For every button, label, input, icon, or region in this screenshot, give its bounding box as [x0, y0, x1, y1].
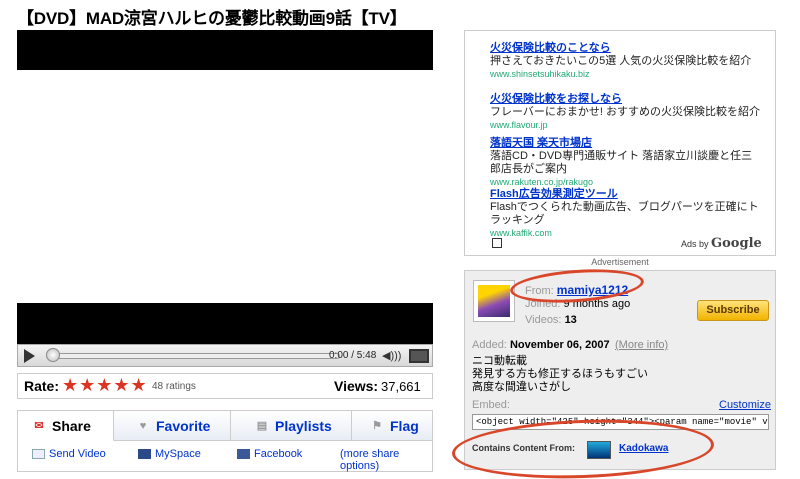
views-count: 37,661 — [381, 379, 421, 394]
avatar-image — [478, 285, 510, 317]
ad-url[interactable]: www.shinsetsuhikaku.biz — [490, 68, 760, 81]
heart-icon: ♥ — [139, 420, 147, 432]
ad-description: フレーバーにおまかせ! おすすめの火災保険比較を紹介 — [490, 106, 761, 118]
page-title: 【DVD】MAD涼宮ハルヒの憂鬱比較動画9話【TV】 — [17, 9, 407, 28]
facebook-icon — [237, 449, 250, 459]
tab-share[interactable]: ✉ Share — [18, 411, 114, 441]
share-icon: ✉ — [34, 419, 44, 432]
seek-handle[interactable] — [46, 348, 60, 362]
ad-description: 落語CD・DVD専門通販サイト 落語家立川談慶と任三郎店長がご案内 — [490, 150, 753, 175]
embed-code-field[interactable]: <object width="425" height="344"><param … — [472, 414, 769, 430]
link-label: Facebook — [254, 448, 303, 460]
action-panel: ✉ Share ♥ Favorite ▤ Playlists ⚑ Flag Se… — [17, 410, 433, 472]
player-controls: 0:00 / 5:48 ◀))) — [17, 344, 433, 367]
joined-label: Joined: — [525, 298, 561, 310]
tab-flag[interactable]: ⚑ Flag — [352, 411, 432, 441]
views-label: Views: — [334, 378, 379, 394]
tab-label: Flag — [390, 418, 419, 434]
from-label: From: — [525, 285, 554, 297]
embed-label: Embed: — [472, 399, 510, 411]
tab-favorite[interactable]: ♥ Favorite — [114, 411, 231, 441]
customize-link[interactable]: Customize — [719, 399, 771, 411]
rating-bar: Rate: ★★★★★ 48 ratings Views: 37,661 — [17, 373, 433, 399]
ad-item[interactable]: 火災保険比較のことなら 押さえておきたいこの5選 人気の火災保険比較を紹介 ww… — [490, 42, 760, 81]
ad-description: Flashでつくられた動画広告、ブログパーツを正確にトラッキング — [490, 201, 759, 226]
fullscreen-icon[interactable] — [409, 349, 429, 363]
channel-info: From: mamiya1212 Joined: 9 months ago Vi… — [464, 270, 776, 470]
facebook-link[interactable]: Facebook — [237, 448, 302, 460]
description-line: 発見する方も修正するほうもすごい — [472, 368, 648, 380]
ad-item[interactable]: Flash広告効果測定ツール Flashでつくられた動画広告、ブログパーツを正確… — [490, 188, 760, 240]
added-date: November 06, 2007 — [509, 339, 610, 351]
ad-title[interactable]: 落語天国 楽天市場店 — [490, 137, 760, 150]
time-display: 0:00 / 5:48 — [329, 350, 377, 361]
link-label: MySpace — [155, 448, 201, 460]
added-row: Added: November 06, 2007 — [472, 339, 610, 351]
tab-label: Favorite — [156, 418, 211, 434]
channel-user-link[interactable]: mamiya1212 — [557, 283, 628, 297]
videos-count: 13 — [564, 314, 577, 326]
from-row: From: mamiya1212 — [525, 283, 628, 297]
share-links: Send Video MySpace Facebook (more share … — [18, 448, 432, 472]
ads-by-google[interactable]: Ads by Google — [681, 236, 762, 251]
videos-row: Videos: 13 — [525, 314, 577, 326]
ad-box: 火災保険比較のことなら 押さえておきたいこの5選 人気の火災保険比較を紹介 ww… — [464, 30, 776, 256]
more-info-link[interactable]: (More info) — [615, 339, 668, 351]
ad-description: 押さえておきたいこの5選 人気の火災保険比較を紹介 — [490, 55, 752, 67]
description-line: ニコ動転載 — [472, 355, 527, 367]
videos-label: Videos: — [525, 314, 562, 326]
ad-url[interactable]: www.flavour.jp — [490, 119, 760, 132]
video-player[interactable]: 0:00 / 5:48 ◀))) — [17, 30, 433, 367]
joined-row: Joined: 9 months ago — [525, 298, 630, 310]
ad-item[interactable]: 落語天国 楽天市場店 落語CD・DVD専門通販サイト 落語家立川談慶と任三郎店長… — [490, 137, 760, 189]
ad-choices-icon[interactable] — [492, 238, 502, 248]
avatar[interactable] — [473, 280, 515, 322]
play-icon[interactable] — [24, 349, 35, 363]
playlist-icon: ▤ — [256, 420, 268, 432]
myspace-link[interactable]: MySpace — [138, 448, 201, 460]
tab-playlists[interactable]: ▤ Playlists — [231, 411, 352, 441]
video-frame[interactable] — [17, 70, 433, 303]
video-letterbox-top — [17, 30, 433, 70]
video-letterbox-bottom — [17, 303, 433, 344]
tab-label: Playlists — [275, 418, 332, 434]
send-video-link[interactable]: Send Video — [32, 448, 106, 460]
action-tabs: ✉ Share ♥ Favorite ▤ Playlists ⚑ Flag — [18, 411, 432, 441]
description-line: 高度な間違いさがし — [472, 381, 571, 393]
ad-title[interactable]: 火災保険比較のことなら — [490, 42, 760, 55]
google-logo: Google — [711, 236, 762, 251]
added-label: Added: — [472, 339, 507, 351]
ad-item[interactable]: 火災保険比較をお探しなら フレーバーにおまかせ! おすすめの火災保険比較を紹介 … — [490, 93, 760, 132]
link-label: Send Video — [49, 448, 106, 460]
myspace-icon — [138, 449, 151, 459]
contains-content-label: Contains Content From: — [472, 443, 575, 453]
rate-label: Rate: — [24, 378, 60, 394]
ad-title[interactable]: 火災保険比較をお探しなら — [490, 93, 760, 106]
star-rating[interactable]: ★★★★★ — [62, 375, 148, 396]
subscribe-button[interactable]: Subscribe — [697, 300, 769, 321]
flag-icon: ⚑ — [372, 420, 382, 432]
tab-label: Share — [52, 417, 91, 434]
ads-by-label: Ads by — [681, 239, 709, 249]
ratings-count: 48 ratings — [152, 381, 196, 392]
seek-bar[interactable] — [50, 353, 340, 359]
video-description: ニコ動転載 発見する方も修正するほうもすごい 高度な間違いさがし — [472, 355, 648, 394]
kadokawa-logo[interactable] — [587, 441, 611, 459]
ad-title[interactable]: Flash広告効果測定ツール — [490, 188, 760, 201]
envelope-icon — [32, 449, 45, 459]
advertisement-label: Advertisement — [591, 257, 649, 267]
content-owner-link[interactable]: Kadokawa — [619, 443, 668, 454]
more-share-options-link[interactable]: (more share options) — [340, 448, 432, 472]
volume-icon[interactable]: ◀))) — [382, 349, 402, 363]
joined-value: 9 months ago — [563, 298, 631, 310]
